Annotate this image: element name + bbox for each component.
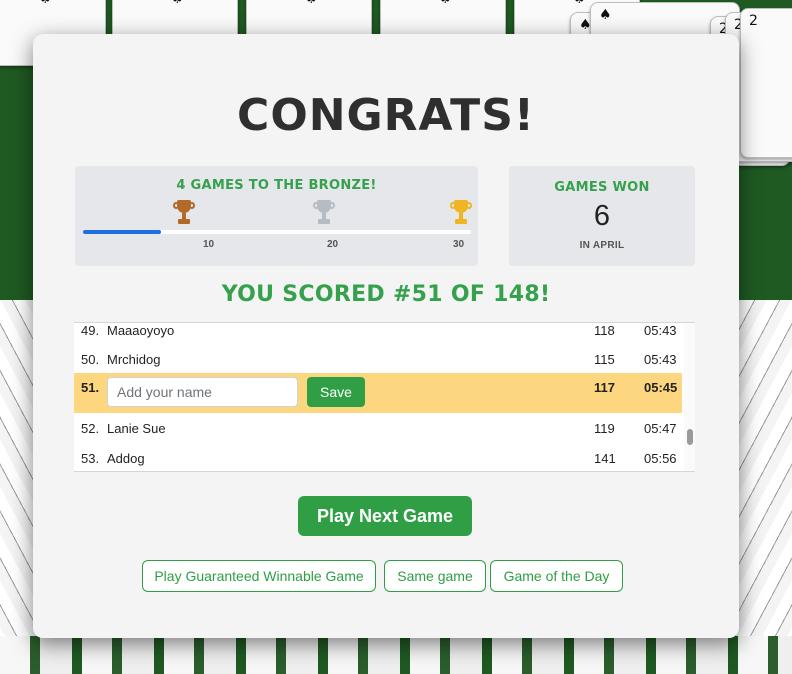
spade-icon: ♠ <box>171 0 184 7</box>
progress-heading: 4 games to the Bronze! <box>176 178 377 193</box>
player-time: 05:43 <box>644 323 677 338</box>
play-next-game-button[interactable]: Play Next Game <box>298 496 472 536</box>
progress-bar-fill <box>83 230 161 234</box>
player-name: Mrchidog <box>107 352 161 367</box>
player-name: Addog <box>107 451 145 466</box>
table-row: 53. Addog 141 05:56 <box>74 444 682 471</box>
player-score: 141 <box>594 451 616 466</box>
same-game-button[interactable]: Same game <box>384 560 486 592</box>
progress-bar <box>83 230 471 234</box>
games-won-panel: Games Won 6 IN APRIL <box>509 166 695 266</box>
tableau-cards-bottom <box>0 636 792 674</box>
table-row: 50. Mrchidog 115 05:43 <box>74 345 682 375</box>
table-row: 52. Lanie Sue 119 05:47 <box>74 414 682 444</box>
leaderboard-scrollbar[interactable] <box>684 323 695 471</box>
scroll-thumb[interactable] <box>687 429 693 445</box>
gold-trophy-icon <box>450 200 472 228</box>
card-label: 2 <box>749 13 758 29</box>
spade-icon: ♠ <box>439 0 452 7</box>
rank: 52. <box>81 421 100 436</box>
spade-icon: ♠ <box>39 0 52 7</box>
games-won-heading: Games Won <box>554 180 650 195</box>
dialog-title: Congrats! <box>237 90 535 141</box>
playing-card[interactable]: 2 <box>740 8 792 158</box>
score-rank-heading: You scored #51 of 148! <box>221 282 551 307</box>
bronze-trophy-icon <box>173 200 195 228</box>
game-of-the-day-button[interactable]: Game of the Day <box>490 560 623 592</box>
player-name-input[interactable] <box>107 377 298 407</box>
rank: 53. <box>81 451 100 466</box>
player-score: 117 <box>594 380 615 395</box>
table-row: 49. Maaaoyoyo 118 05:43 <box>74 323 682 346</box>
silver-trophy-icon <box>313 200 335 228</box>
milestone-label: 20 <box>327 239 339 250</box>
player-name: Lanie Sue <box>107 421 166 436</box>
card-label: ♠ <box>599 7 612 23</box>
tableau-cards-right <box>736 300 792 674</box>
save-button[interactable]: Save <box>307 377 365 407</box>
player-score: 118 <box>594 323 615 338</box>
rank: 49. <box>81 323 100 338</box>
player-time: 05:43 <box>644 352 677 367</box>
player-time: 05:45 <box>644 380 678 395</box>
games-won-caption: IN APRIL <box>579 240 625 251</box>
milestone-label: 10 <box>203 239 215 250</box>
rank: 51. <box>81 380 100 395</box>
milestone-label: 30 <box>453 239 465 250</box>
player-name: Maaaoyoyo <box>107 323 175 338</box>
player-score: 115 <box>594 352 615 367</box>
player-time: 05:47 <box>644 421 677 436</box>
games-won-count: 6 <box>593 200 611 232</box>
player-score: 119 <box>594 421 615 436</box>
rank: 50. <box>81 352 100 367</box>
current-player-row: 51. Save 117 05:45 <box>74 373 682 413</box>
spade-icon: ♠ <box>305 0 318 7</box>
play-guaranteed-winnable-button[interactable]: Play Guaranteed Winnable Game <box>142 560 376 592</box>
congrats-dialog: Congrats! 4 games to the Bronze! 10 20 3… <box>33 34 739 638</box>
leaderboard[interactable]: 49. Maaaoyoyo 118 05:43 50. Mrchidog 115… <box>74 322 695 472</box>
player-time: 05:56 <box>644 451 677 466</box>
trophy-progress-panel: 4 games to the Bronze! 10 20 30 <box>75 166 478 266</box>
